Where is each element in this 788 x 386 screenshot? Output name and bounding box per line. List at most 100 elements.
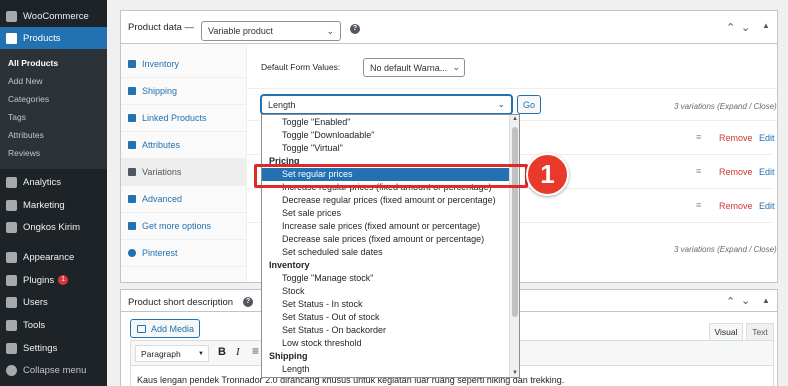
edit-variation-link[interactable]: Edit	[759, 167, 775, 177]
sidebar-collapse-menu[interactable]: Collapse menu	[0, 359, 107, 381]
dropdown-scrollbar[interactable]: ▲ ▼	[509, 115, 519, 377]
wrench-icon	[6, 319, 17, 331]
tab-label: Attributes	[142, 140, 181, 150]
drag-handle-icon[interactable]: ≡	[696, 132, 701, 142]
tab-pinterest[interactable]: Pinterest	[121, 240, 246, 267]
help-icon[interactable]: ?	[350, 24, 360, 34]
submenu-add-new[interactable]: Add New	[8, 76, 43, 86]
drag-handle-icon[interactable]: ≡	[696, 166, 701, 176]
tab-text[interactable]: Text	[746, 323, 774, 340]
tab-shipping[interactable]: Shipping	[121, 78, 246, 105]
move-down-icon[interactable]: ⌄	[741, 294, 750, 307]
sidebar-item-users[interactable]: Users	[0, 291, 107, 313]
tab-label: Pinterest	[142, 248, 178, 258]
bulleted-list-icon[interactable]: ≡	[252, 344, 259, 358]
dropdown-option[interactable]: Decrease sale prices (fixed amount or pe…	[262, 233, 509, 246]
help-icon[interactable]: ?	[243, 297, 253, 307]
edit-variation-link[interactable]: Edit	[759, 133, 775, 143]
dropdown-option[interactable]: Set Status - Out of stock	[262, 311, 509, 324]
format-select[interactable]: Paragraph ▼	[135, 345, 209, 362]
settings-icon	[6, 342, 17, 354]
dropdown-option[interactable]: Decrease regular prices (fixed amount or…	[262, 194, 509, 207]
product-data-tabs: Inventory Shipping Linked Products Attri…	[121, 44, 247, 282]
sidebar-item-label: Marketing	[23, 199, 65, 211]
default-form-label: Default Form Values:	[261, 62, 341, 72]
dropdown-option[interactable]: Toggle "Manage stock"	[262, 272, 509, 285]
bulk-action-select[interactable]: Length ⌄	[261, 95, 512, 114]
scrollbar-thumb[interactable]	[512, 127, 518, 317]
tab-label: Get more options	[142, 221, 212, 231]
dropdown-option[interactable]: Toggle "Enabled"	[262, 116, 509, 129]
scroll-up-arrow-icon[interactable]: ▲	[512, 116, 518, 122]
default-form-select[interactable]: No default Warna... ⌄	[363, 58, 465, 77]
drag-handle-icon[interactable]: ≡	[696, 200, 701, 210]
product-type-value: Variable product	[208, 26, 273, 36]
dropdown-option[interactable]: Increase sale prices (fixed amount or pe…	[262, 220, 509, 233]
bold-button[interactable]: B	[218, 346, 226, 358]
add-media-button[interactable]: Add Media	[130, 319, 200, 338]
tab-visual[interactable]: Visual	[709, 323, 743, 340]
dropdown-option[interactable]: Set sale prices	[262, 207, 509, 220]
sidebar-item-products[interactable]: Products	[0, 27, 107, 49]
submenu-categories[interactable]: Categories	[8, 94, 49, 104]
dropdown-option[interactable]: Set scheduled sale dates	[262, 246, 509, 259]
edit-variation-link[interactable]: Edit	[759, 201, 775, 211]
highlight-box	[254, 164, 528, 188]
tab-inventory[interactable]: Inventory	[121, 51, 246, 78]
tab-variations[interactable]: Variations	[121, 159, 246, 186]
submenu-reviews[interactable]: Reviews	[8, 148, 40, 158]
sidebar-item-appearance[interactable]: Appearance	[0, 246, 107, 268]
sidebar-item-tools[interactable]: Tools	[0, 314, 107, 336]
short-description-title: Product short description	[128, 297, 234, 308]
remove-variation-link[interactable]: Remove	[719, 201, 753, 211]
admin-sidebar: WooCommerce Products All Products Add Ne…	[0, 0, 107, 386]
bar-chart-icon	[6, 176, 17, 188]
submenu-tags[interactable]: Tags	[8, 112, 26, 122]
remove-variation-link[interactable]: Remove	[719, 133, 753, 143]
dropdown-option[interactable]: Low stock threshold	[262, 337, 509, 350]
tab-advanced[interactable]: Advanced	[121, 186, 246, 213]
product-type-select[interactable]: Variable product ⌄	[201, 21, 341, 41]
remove-variation-link[interactable]: Remove	[719, 167, 753, 177]
submenu-all-products[interactable]: All Products	[8, 58, 58, 68]
italic-button[interactable]: I	[236, 346, 240, 358]
dropdown-option[interactable]: Set Status - On backorder	[262, 324, 509, 337]
dropdown-option[interactable]: Stock	[262, 285, 509, 298]
dropdown-option[interactable]: Length	[262, 363, 509, 376]
plug-icon	[128, 222, 136, 230]
default-form-row: Default Form Values: No default Warna...…	[247, 44, 777, 89]
add-media-label: Add Media	[151, 323, 195, 334]
product-data-header: Product data — Variable product ⌄ ? ⌃ ⌄ …	[121, 11, 777, 44]
move-down-icon[interactable]: ⌄	[741, 21, 750, 34]
tab-label: Inventory	[142, 59, 180, 69]
toggle-panel-icon[interactable]: ▲	[762, 296, 770, 305]
bulk-action-dropdown[interactable]: Toggle "Enabled" Toggle "Downloadable" T…	[261, 114, 520, 378]
sidebar-item-marketing[interactable]: Marketing	[0, 194, 107, 216]
scroll-down-arrow-icon[interactable]: ▼	[512, 370, 518, 376]
sidebar-item-label: Products	[23, 32, 61, 44]
tab-linked-products[interactable]: Linked Products	[121, 105, 246, 132]
link-icon	[128, 114, 136, 122]
inventory-icon	[128, 60, 136, 68]
dropdown-option[interactable]: Toggle "Virtual"	[262, 142, 509, 155]
pinterest-icon	[128, 249, 136, 257]
sidebar-item-plugins[interactable]: Plugins 1	[0, 269, 107, 291]
list-icon	[128, 141, 136, 149]
toggle-panel-icon[interactable]: ▲	[762, 21, 770, 30]
dropdown-option[interactable]: Toggle "Downloadable"	[262, 129, 509, 142]
sidebar-item-woocommerce[interactable]: WooCommerce	[0, 5, 107, 27]
tab-attributes[interactable]: Attributes	[121, 132, 246, 159]
sidebar-item-settings[interactable]: Settings	[0, 337, 107, 359]
sidebar-item-analytics[interactable]: Analytics	[0, 171, 107, 193]
megaphone-icon	[6, 199, 17, 211]
go-button[interactable]: Go	[517, 95, 541, 114]
tab-label: Linked Products	[142, 113, 207, 123]
submenu-attributes[interactable]: Attributes	[8, 130, 44, 140]
tab-get-more-options[interactable]: Get more options	[121, 213, 246, 240]
dropdown-option[interactable]: Set Status - In stock	[262, 298, 509, 311]
sidebar-item-label: Tools	[23, 319, 46, 331]
sidebar-item-ongkos-kirim[interactable]: Ongkos Kirim	[0, 216, 107, 238]
move-up-icon[interactable]: ⌃	[726, 295, 735, 308]
sidebar-item-label: Users	[23, 296, 48, 308]
move-up-icon[interactable]: ⌃	[726, 21, 735, 34]
